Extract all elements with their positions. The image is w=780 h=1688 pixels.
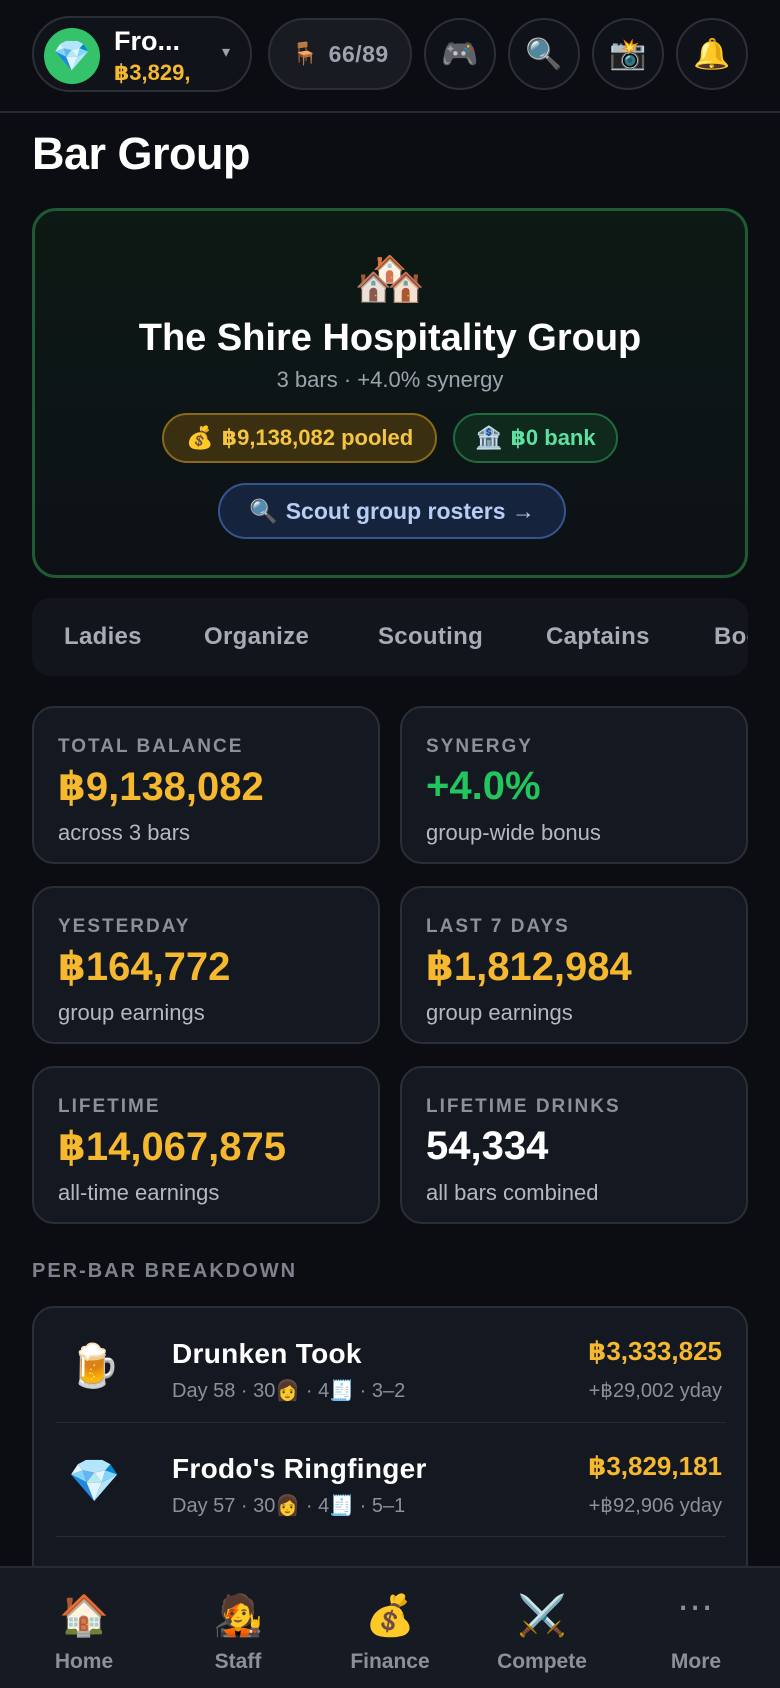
page-title: Bar Group [32, 128, 251, 179]
group-hero-card: 🏘️ The Shire Hospitality Group 3 bars · … [32, 208, 748, 578]
diamond-icon: 💎 [68, 1457, 121, 1504]
bottom-nav: 🏠 Home 🧑‍🎤 Staff 💰 Finance ⚔️ Compete ⋯ … [0, 1566, 780, 1688]
stat-label: LIFETIME [58, 1096, 161, 1117]
stat-label: TOTAL BALANCE [58, 736, 244, 757]
crossed-swords-icon: ⚔️ [517, 1594, 567, 1638]
search-button[interactable]: 🔍 [508, 18, 580, 90]
nav-more[interactable]: ⋯ More [618, 1568, 774, 1688]
notifications-button[interactable]: 🔔 [676, 18, 748, 90]
list-item[interactable]: 🍺 Drunken Took Day 58 · 30👩 · 4🧾 · 3–2 ฿… [56, 1308, 726, 1422]
stat-card-total-balance: TOTAL BALANCE ฿9,138,082 across 3 bars [32, 706, 380, 864]
chair-icon: 🪑 [291, 41, 319, 66]
profile-name: Fro... [114, 26, 180, 56]
profile-avatar: 💎 [44, 28, 100, 84]
stat-card-yesterday: YESTERDAY ฿164,772 group earnings [32, 886, 380, 1044]
stat-sub: all-time earnings [58, 1180, 220, 1205]
nav-compete[interactable]: ⚔️ Compete [464, 1568, 620, 1688]
stat-value: ฿1,812,984 [426, 945, 632, 989]
stat-value: ฿9,138,082 [58, 765, 264, 809]
more-icon: ⋯ [677, 1586, 715, 1627]
tab-captains[interactable]: Captains [546, 598, 650, 676]
tab-organize[interactable]: Organize [204, 598, 309, 676]
bell-icon: 🔔 [693, 37, 731, 71]
bar-meta: Day 58 · 30👩 · 4🧾 · 3–2 [172, 1380, 406, 1402]
nav-label: More [670, 1650, 722, 1673]
nav-label: Compete [497, 1650, 587, 1673]
nav-staff[interactable]: 🧑‍🎤 Staff [160, 1568, 316, 1688]
stat-sub: group-wide bonus [426, 820, 601, 845]
search-icon: 🔍 [525, 37, 563, 71]
scout-rosters-button[interactable]: 🔍 Scout group rosters → [218, 483, 566, 539]
bar-meta: Day 57 · 30👩 · 4🧾 · 5–1 [172, 1495, 406, 1517]
camera-button[interactable]: 📸 [592, 18, 664, 90]
group-subtitle: 3 bars · +4.0% synergy [276, 367, 504, 392]
stat-card-lifetime: LIFETIME ฿14,067,875 all-time earnings [32, 1066, 380, 1224]
stat-sub: group earnings [426, 1000, 573, 1025]
gamepad-icon: 🎮 [441, 37, 479, 71]
stat-sub: group earnings [58, 1000, 205, 1025]
bar-name: Drunken Took [172, 1338, 362, 1369]
bar-name: Frodo's Ringfinger [172, 1453, 427, 1484]
beer-icon: 🍺 [68, 1342, 121, 1389]
money-bag-icon: 💰 [365, 1594, 415, 1638]
bank-text: ฿0 bank [510, 425, 596, 450]
bar-yesterday: +฿92,906 yday [588, 1495, 722, 1517]
stat-label: YESTERDAY [58, 916, 191, 937]
bank-badge: 🏦 ฿0 bank [453, 413, 618, 463]
stat-label: LAST 7 DAYS [426, 916, 570, 937]
search-icon: 🔍 [249, 497, 278, 524]
top-bar: 💎 Fro... ฿3,829, ▾ 🪑 66/89 🎮 🔍 📸 🔔 [0, 0, 780, 113]
profile-switcher[interactable]: 💎 Fro... ฿3,829, ▾ [32, 16, 252, 92]
seats-text: 66/89 [328, 40, 389, 67]
group-name: The Shire Hospitality Group [138, 317, 642, 359]
stat-sub: across 3 bars [58, 820, 191, 845]
section-tabs: Ladies Organize Scouting Captains Boosts [32, 598, 748, 676]
stat-label: SYNERGY [426, 736, 533, 757]
stat-value: 54,334 [426, 1124, 549, 1168]
money-bag-icon: 💰 [186, 425, 214, 450]
tab-scouting[interactable]: Scouting [378, 598, 483, 676]
stat-label: LIFETIME DRINKS [426, 1096, 621, 1117]
staff-icon: 🧑‍🎤 [213, 1594, 263, 1638]
stat-card-lifetime-drinks: LIFETIME DRINKS 54,334 all bars combined [400, 1066, 748, 1224]
stat-value: +4.0% [426, 764, 541, 808]
nav-label: Finance [350, 1650, 430, 1673]
section-label-breakdown: PER-BAR BREAKDOWN [32, 1260, 298, 1282]
nav-finance[interactable]: 💰 Finance [312, 1568, 468, 1688]
stat-value: ฿164,772 [58, 945, 231, 989]
stat-card-synergy: SYNERGY +4.0% group-wide bonus [400, 706, 748, 864]
stat-sub: all bars combined [426, 1180, 599, 1205]
bar-total: ฿3,829,181 [588, 1451, 722, 1481]
tab-ladies[interactable]: Ladies [64, 598, 142, 676]
chevron-down-icon: ▾ [222, 44, 231, 61]
nav-label: Staff [214, 1650, 262, 1673]
scout-rosters-label: Scout group rosters → [285, 497, 535, 524]
stat-card-last-7-days: LAST 7 DAYS ฿1,812,984 group earnings [400, 886, 748, 1044]
pooled-text: ฿9,138,082 pooled [221, 425, 414, 450]
nav-home[interactable]: 🏠 Home [6, 1568, 162, 1688]
tab-boosts[interactable]: Boosts [714, 598, 748, 676]
bar-yesterday: +฿29,002 yday [588, 1380, 722, 1402]
houses-icon: 🏘️ [353, 246, 427, 311]
profile-balance: ฿3,829, [114, 60, 191, 85]
stat-value: ฿14,067,875 [58, 1125, 287, 1169]
list-item[interactable]: 💎 Frodo's Ringfinger Day 57 · 30👩 · 4🧾 ·… [56, 1422, 726, 1536]
bank-icon: 🏦 [475, 425, 503, 450]
camera-icon: 📸 [609, 37, 647, 71]
bar-total: ฿3,333,825 [588, 1336, 722, 1366]
gamepad-button[interactable]: 🎮 [424, 18, 496, 90]
pooled-badge: 💰 ฿9,138,082 pooled [162, 413, 438, 463]
nav-label: Home [54, 1650, 114, 1673]
group-badges: 💰 ฿9,138,082 pooled 🏦 ฿0 bank [35, 413, 745, 463]
home-icon: 🏠 [59, 1594, 109, 1638]
seats-counter[interactable]: 🪑 66/89 [268, 18, 412, 90]
